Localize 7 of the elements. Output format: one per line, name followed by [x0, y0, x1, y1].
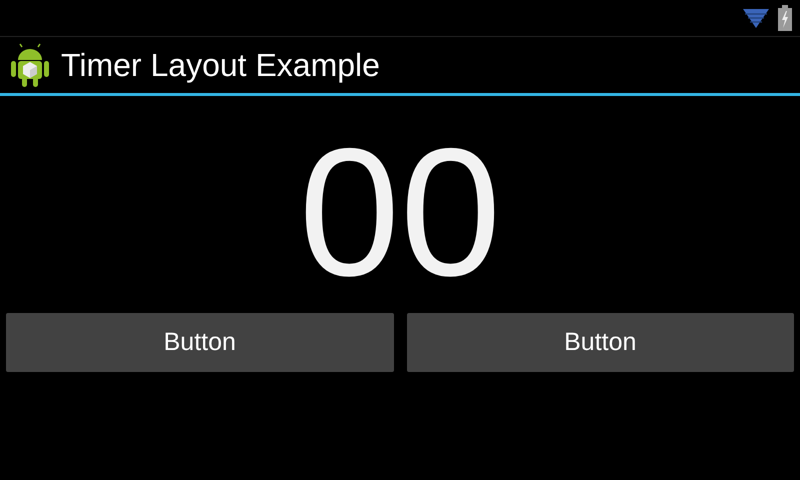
- android-robot-icon: [9, 42, 51, 88]
- battery-charging-icon: [778, 5, 792, 31]
- app-title: Timer Layout Example: [61, 46, 380, 84]
- button[interactable]: Button: [6, 313, 394, 372]
- button[interactable]: Button: [406, 313, 794, 372]
- timer-display: 00: [298, 112, 502, 312]
- wifi-icon: [742, 7, 770, 29]
